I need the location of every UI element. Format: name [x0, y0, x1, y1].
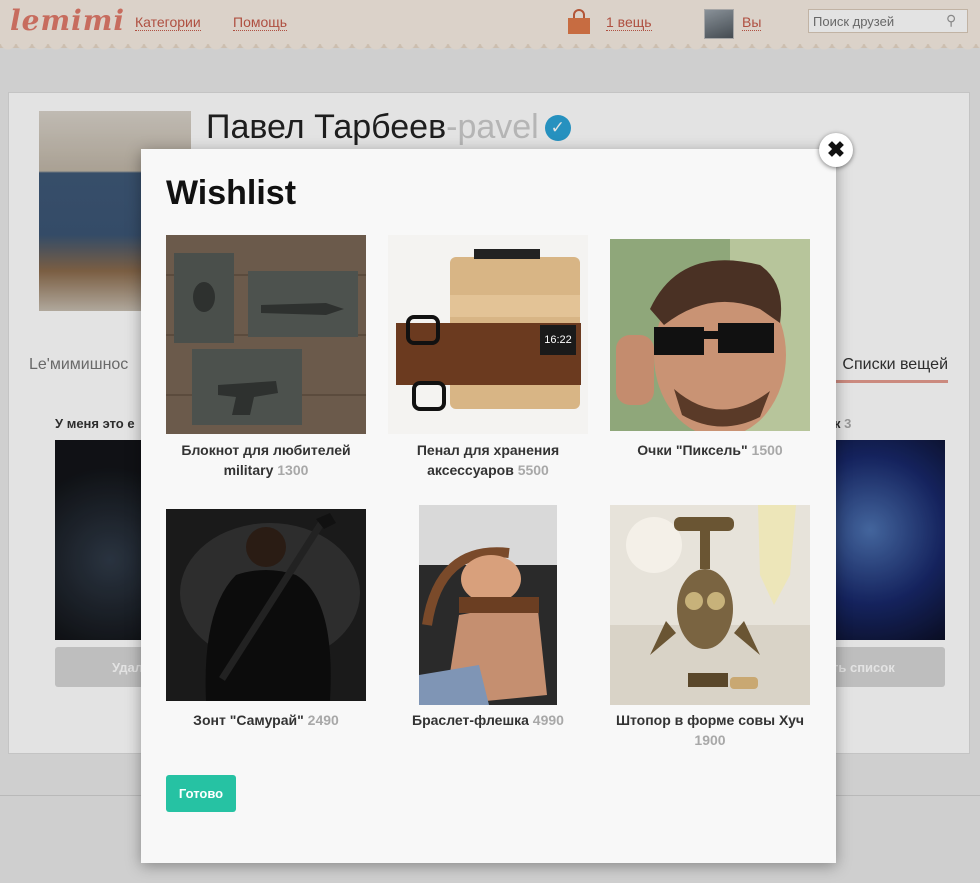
item-name[interactable]: Браслет-флешка — [412, 712, 529, 728]
item-caption: Очки "Пиксель" 1500 — [610, 440, 810, 460]
item-image[interactable] — [610, 239, 810, 431]
item-caption: Пенал для хранения аксессуаров 5500 — [388, 440, 588, 480]
item-price: 2490 — [307, 712, 339, 728]
item-caption: Браслет-флешка 4990 — [388, 710, 588, 730]
item-name[interactable]: Очки "Пиксель" — [637, 442, 747, 458]
item-caption: Блокнот для любителей military 1300 — [166, 440, 366, 480]
item-image[interactable] — [166, 235, 366, 434]
modal-title: Wishlist — [166, 174, 297, 212]
corkscrew-image — [610, 505, 810, 705]
organizer-image: 16:22 — [388, 235, 588, 434]
item-price: 1300 — [277, 462, 309, 478]
close-icon[interactable]: ✖ — [819, 133, 853, 167]
item-caption: Штопор в форме совы Хуч 1900 — [610, 710, 810, 750]
item-price: 1500 — [751, 442, 783, 458]
umbrella-image — [166, 509, 366, 701]
item-price: 1900 — [694, 732, 726, 748]
item-caption: Зонт "Самурай" 2490 — [166, 710, 366, 730]
item-price: 5500 — [517, 462, 549, 478]
done-button[interactable]: Готово — [166, 775, 236, 812]
item-image[interactable] — [166, 509, 366, 701]
item-name[interactable]: Штопор в форме совы Хуч — [616, 712, 804, 728]
item-name[interactable]: Зонт "Самурай" — [193, 712, 304, 728]
item-image[interactable] — [419, 505, 557, 705]
item-image[interactable]: 16:22 — [388, 235, 588, 434]
svg-text:16:22: 16:22 — [544, 334, 572, 346]
bracelet-image — [419, 505, 557, 705]
notebook-image — [166, 235, 366, 434]
item-price: 4990 — [532, 712, 564, 728]
item-image[interactable] — [610, 505, 810, 705]
glasses-image — [610, 239, 810, 431]
item-name[interactable]: Блокнот для любителей military — [181, 442, 350, 478]
